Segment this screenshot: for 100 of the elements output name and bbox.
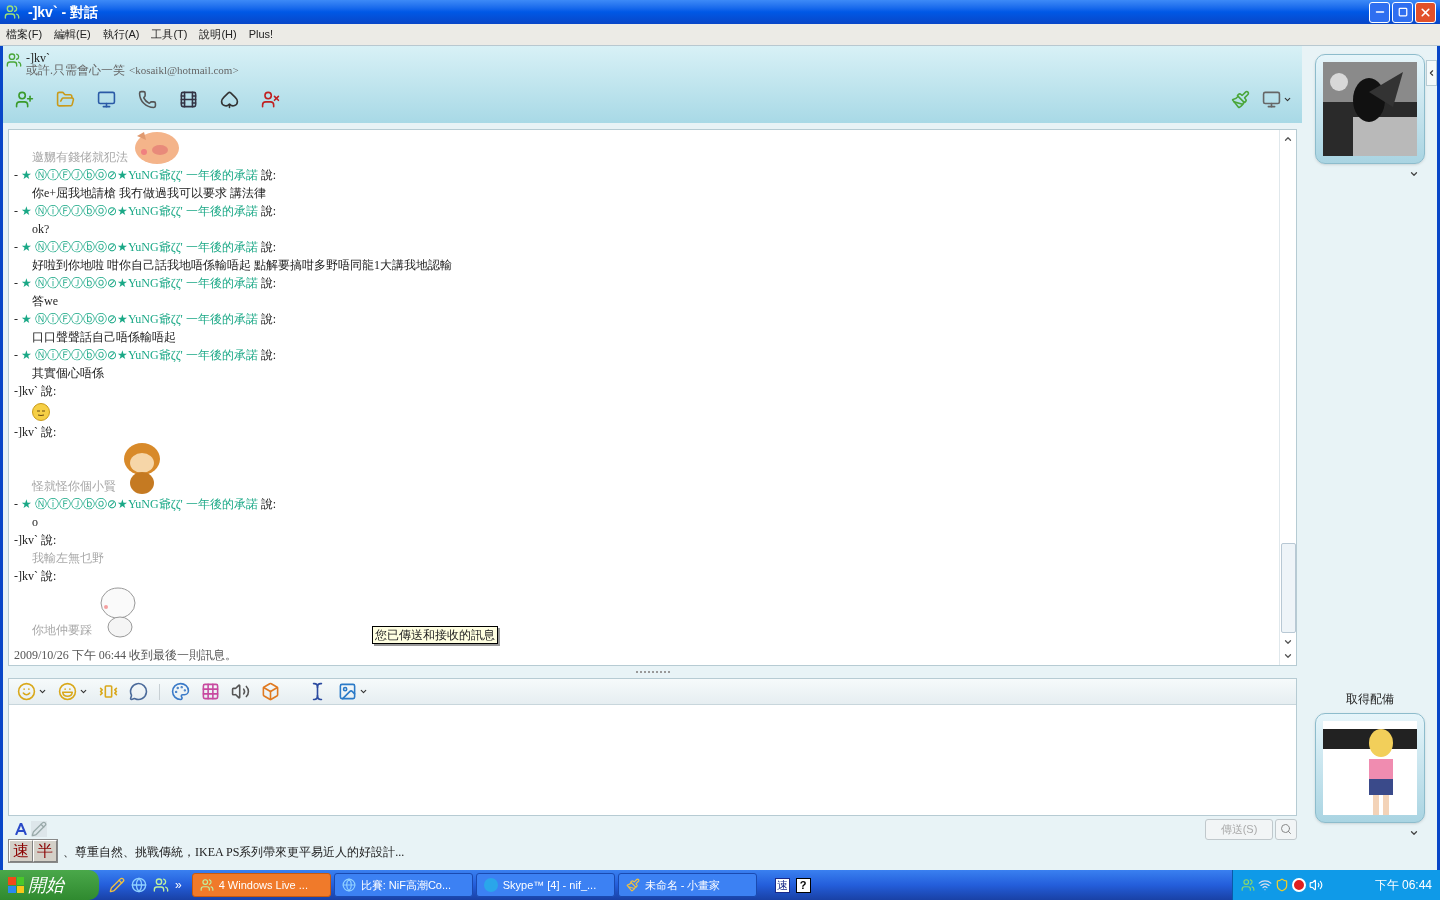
monitor-icon[interactable] [97,90,116,109]
caret-icon[interactable] [1409,169,1419,179]
says-label: 說: [259,167,277,184]
scroll-down-icon[interactable] [1283,637,1293,647]
close-button[interactable] [1415,1,1436,23]
color-grid-icon[interactable] [201,682,220,701]
pencil-icon[interactable] [109,877,125,893]
last-message-status: 2009/10/26 下午 06:44 收到最後一則訊息。 [14,647,238,664]
dash-mark: - [14,347,19,364]
display-menu-icon[interactable] [1262,90,1281,109]
says-label: 說: [259,203,277,220]
dash-mark: - [14,203,19,220]
sender-name: -]kv` [14,424,38,441]
avatar-frame[interactable] [1314,713,1425,823]
paint-icon [625,878,640,892]
spade-card-icon[interactable] [220,90,239,109]
people-icon[interactable] [153,877,169,893]
message-text: 邀嬲有錢佬就犯法 [32,149,128,166]
ime-tray-button[interactable]: 速 [774,877,790,893]
avatar-frame[interactable] [1314,54,1425,164]
font-icon[interactable] [13,820,29,838]
says-label: 說: [259,496,277,513]
message-text: 口口聲聲話自己唔係輸唔起 [32,330,176,344]
scroll-up-icon[interactable] [1283,134,1293,144]
caret-icon[interactable] [1409,828,1419,838]
says-label: 說: [40,424,57,441]
task-button[interactable]: Skype™ [4] - nif_... [475,873,615,897]
caret-icon[interactable] [1283,95,1292,104]
search-icon [1280,823,1292,835]
says-label: 說: [40,568,57,585]
menu-item[interactable]: 說明(H) [199,26,237,43]
scroll-thumb[interactable] [1280,543,1296,633]
caret-icon[interactable] [38,687,47,696]
scrollbar[interactable] [1279,130,1296,665]
contact-name: -]kv` [26,52,51,64]
minimize-button[interactable] [1369,1,1390,23]
task-button[interactable]: 比賽: NiF高潮Co... [333,873,473,897]
ime-key[interactable]: 半 [33,840,57,862]
phone-icon[interactable] [138,90,157,109]
film-icon[interactable] [179,90,198,109]
caret-icon[interactable] [79,687,88,696]
messenger-icon [4,4,20,20]
message-text: 答we [32,294,58,308]
dash-mark: - [14,275,19,292]
windows-logo-icon [8,877,24,893]
cube-icon[interactable] [261,682,280,701]
speech-bubble-icon[interactable] [129,682,148,701]
scroll-end-icon[interactable] [1283,651,1293,661]
message-text: 怪就怪你個小賢 [32,478,116,495]
paint-icon[interactable] [171,682,190,701]
sender-name: ★ ⓃⓘⒻⒿⓑⓞ⊘★YuNG爺ζζ' 一年後的承諾 [21,311,258,328]
menu-item[interactable]: 執行(A) [102,26,140,43]
image-icon[interactable] [338,682,357,701]
message-text: 其實個心唔係 [32,366,104,380]
message-text: 我輸左無乜野 [32,551,104,565]
tooltip: 您已傳送和接收的訊息 [372,626,498,644]
browser-icon[interactable] [131,877,147,893]
says-label: 說: [40,383,57,400]
record-icon[interactable] [1292,878,1306,892]
task-button[interactable]: 未命名 - 小畫家 [617,873,757,897]
contact-email: <kosaikl@hotmail.com> [129,64,239,76]
menu-item[interactable]: 工具(T) [151,26,188,43]
help-tray-button[interactable]: ? [795,877,811,893]
dash-mark: - [14,311,19,328]
status-message: 或許.只需會心一笑 [26,64,125,76]
window-title: -]kv` - 對話 [28,2,98,22]
message-text: o [32,515,38,529]
menu-item[interactable]: 檔案(F) [6,26,43,43]
says-label: 說: [259,311,277,328]
start-button[interactable]: 開始 [0,870,99,900]
close-icon [1419,5,1432,19]
says-label: 說: [259,239,277,256]
restore-icon [1397,7,1408,17]
sender-name: -]kv` [14,532,38,549]
sender-name: ★ ⓃⓘⒻⒿⓑⓞ⊘★YuNG爺ζζ' 一年後的承諾 [21,347,258,364]
menu-item[interactable]: Plus! [248,26,274,43]
people-icon [199,878,214,892]
more-button[interactable]: » [175,876,182,894]
says-label: 說: [40,532,57,549]
ad-text[interactable]: 、尊重自然、挑戰傳統，IKEA PS系列帶來更平易近人的好設計... [63,843,405,861]
collapse-tab[interactable] [1426,60,1437,86]
menu-item[interactable]: 編輯(E) [54,26,91,43]
sender-name: ★ ⓃⓘⒻⒿⓑⓞ⊘★YuNG爺ζζ' 一年後的承諾 [21,167,258,184]
person-block-icon[interactable] [261,90,280,109]
person-plus-icon[interactable] [15,90,34,109]
restore-button[interactable] [1392,1,1413,23]
search-button[interactable] [1275,818,1297,840]
ime-key[interactable]: 速 [9,840,33,862]
speaker-icon[interactable] [1309,878,1323,892]
message-text: ok? [32,222,50,236]
chevron-left-icon [1427,68,1436,78]
accessories-link[interactable]: 取得配備 [1345,690,1394,708]
caret-icon[interactable] [359,687,368,696]
speaker-icon[interactable] [231,682,250,701]
dash-mark: - [14,496,19,513]
sender-name: ★ ⓃⓘⒻⒿⓑⓞ⊘★YuNG爺ζζ' 一年後的承諾 [21,239,258,256]
message-text: 好啦到你地啦 咁你自己話我地唔係輸唔起 點解要搞咁多野唔同龍1大講我地認輸 [32,258,452,272]
smiley-icon [32,402,50,421]
contact-status-icon [6,52,22,68]
dash-mark: - [14,239,19,256]
